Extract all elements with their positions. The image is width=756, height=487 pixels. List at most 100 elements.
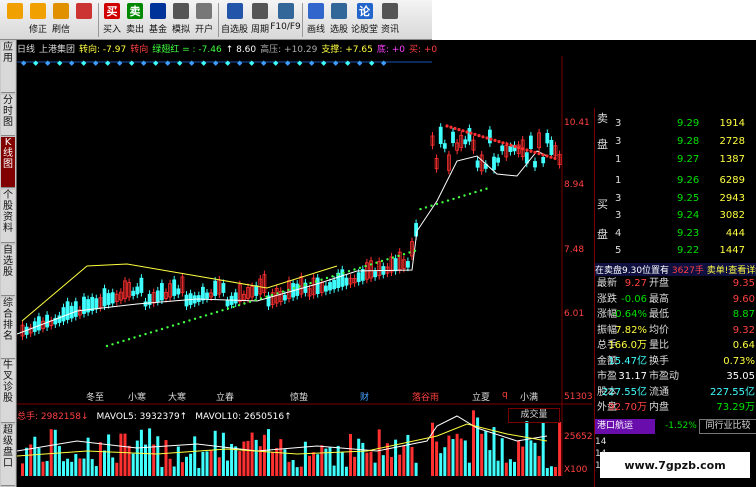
order-row[interactable]: 1 9.26 6289 [595,175,756,190]
volume-bar [344,466,348,476]
candle-body [438,126,443,144]
toolbar-button[interactable]: 周期 [249,0,271,40]
volume-bar [545,467,549,476]
candle-body [492,156,496,170]
toolbar-button[interactable]: 模拟 [170,0,192,40]
side-tab[interactable]: 自选股 [1,245,15,296]
stat-value: 9.32 [732,324,755,336]
volume-tick: 25652 [564,432,593,442]
order-row[interactable]: 3 9.29 1914 [595,118,756,133]
toolbar-button[interactable] [4,0,26,40]
toolbar-button[interactable]: 基金 [147,0,169,40]
toolbar-button[interactable]: F10/F9 [270,0,301,40]
resistance-dot [489,137,493,141]
main-toolbar: 修正 刷信 买买入卖卖出 基金 模拟 开户 自选股 周期 F10/F9 画线 选股论论股堂 资讯 [0,0,432,40]
volume-bar [234,446,238,476]
candle-body [475,160,480,168]
candle-body [451,131,455,143]
side-tab[interactable]: 超级盘口 [1,425,15,486]
order-price: 9.24 [677,210,700,221]
side-tab[interactable]: 个股资料 [1,190,15,243]
stat-value: 15.47亿 [608,355,647,367]
volume-bar [103,450,106,476]
marker-arrow: ◆ [249,59,255,67]
side-tab[interactable]: 牛叉诊股 [1,360,15,423]
volume-bar [402,445,406,476]
support-dot [259,297,263,300]
price-tick: 7.48 [564,245,585,255]
support-dot [369,263,373,266]
hammer-icon [173,3,189,19]
toolbar-button[interactable]: 刷信 [50,0,72,40]
side-tab[interactable]: 应用 [1,42,15,93]
volume-bar [74,453,78,476]
toolbar-button[interactable]: 卖卖出 [124,0,146,40]
order-row[interactable]: 3 9.24 3082 [595,210,756,225]
sector-bar[interactable]: 港口航运 -1.52% 同行业比较 [595,419,756,434]
candle-body [487,129,492,144]
candle-body [541,156,546,164]
order-row[interactable]: 3 9.25 2943 [595,193,756,208]
side-tab[interactable]: 综合排名 [1,298,15,359]
marker-arrow: ◆ [81,59,87,67]
order-row[interactable]: 1 9.27 1387 [595,154,756,169]
volume-bar [390,456,393,476]
candle-body [135,286,140,295]
candle-body [110,292,115,304]
toolbar-button[interactable]: 资讯 [379,0,401,40]
side-tabs: 应用分时图 K线图个股资料自选股综合排名 牛叉诊股超级盘口 [0,40,17,487]
side-tab[interactable]: K线图 [1,137,15,188]
volume-bar [164,440,168,476]
volume-bar [328,447,332,476]
volume-bar [254,439,258,476]
order-banner-link[interactable]: 卖单!查看详细 [707,266,756,276]
volume-bar [517,440,521,476]
volume-bar [213,430,217,476]
date-tick: 小寒 [128,393,147,403]
stat-value: -0.06 [621,293,647,305]
volume-bar [217,457,221,476]
pen-icon [308,3,324,19]
toolbar-button[interactable]: 选股 [328,0,350,40]
toolbar-button[interactable]: 开户 [193,0,215,40]
toolbar-button[interactable] [73,0,95,40]
volume-bar [49,429,53,476]
volume-bar [115,462,119,476]
indicator-value: 日线 [17,45,36,55]
quote-stat-row: 金额 15.47亿 换手 0.73% [595,356,756,367]
support-dot [138,334,142,337]
toolbar-button[interactable]: 画线 [305,0,327,40]
toolbar-button[interactable]: 修正 [27,0,49,40]
toolbar-button[interactable]: 自选股 [221,0,248,40]
candle-body [328,282,332,291]
volume-bar [21,463,24,476]
marker-arrow: ◆ [333,59,339,67]
volume-bar [185,456,188,476]
support-dot [204,314,208,317]
toolbar-button[interactable]: 论论股堂 [351,0,378,40]
indicator-info-bar: 日线 上港集团 转向: -7.97 转向 绿翅红 = : -7.46 ↑ 8.60 高压: … [17,42,437,55]
toolbar-button-label: 资讯 [380,25,399,35]
volume-bar [33,436,37,476]
industry-compare-button[interactable]: 同行业比较 [699,419,756,434]
order-level: 1 [615,175,622,186]
sector-name[interactable]: 港口航运 [595,419,655,434]
support-dot [485,187,488,190]
volume-bar [94,466,98,476]
toolbar-button[interactable]: 买买入 [101,0,123,40]
order-row[interactable]: 5 9.22 1447 [595,245,756,260]
order-banner[interactable]: 在卖盘9.30位置有 3627手 卖单!查看详细 [595,263,756,276]
support-dot [287,288,290,292]
candle-body [73,301,78,317]
order-row[interactable]: 3 9.28 2728 [595,136,756,151]
candle-body [323,285,328,292]
support-dot [215,310,219,314]
support-dot [325,276,329,280]
candle-body [529,135,533,150]
volume-bar [525,421,529,476]
side-tab[interactable]: 分时图 [1,95,15,136]
stat-label: 换手 [649,355,669,367]
order-row[interactable]: 4 9.23 444 [595,228,756,243]
volume-tab[interactable]: 成交量 [508,408,560,423]
volume-bar [135,440,139,476]
